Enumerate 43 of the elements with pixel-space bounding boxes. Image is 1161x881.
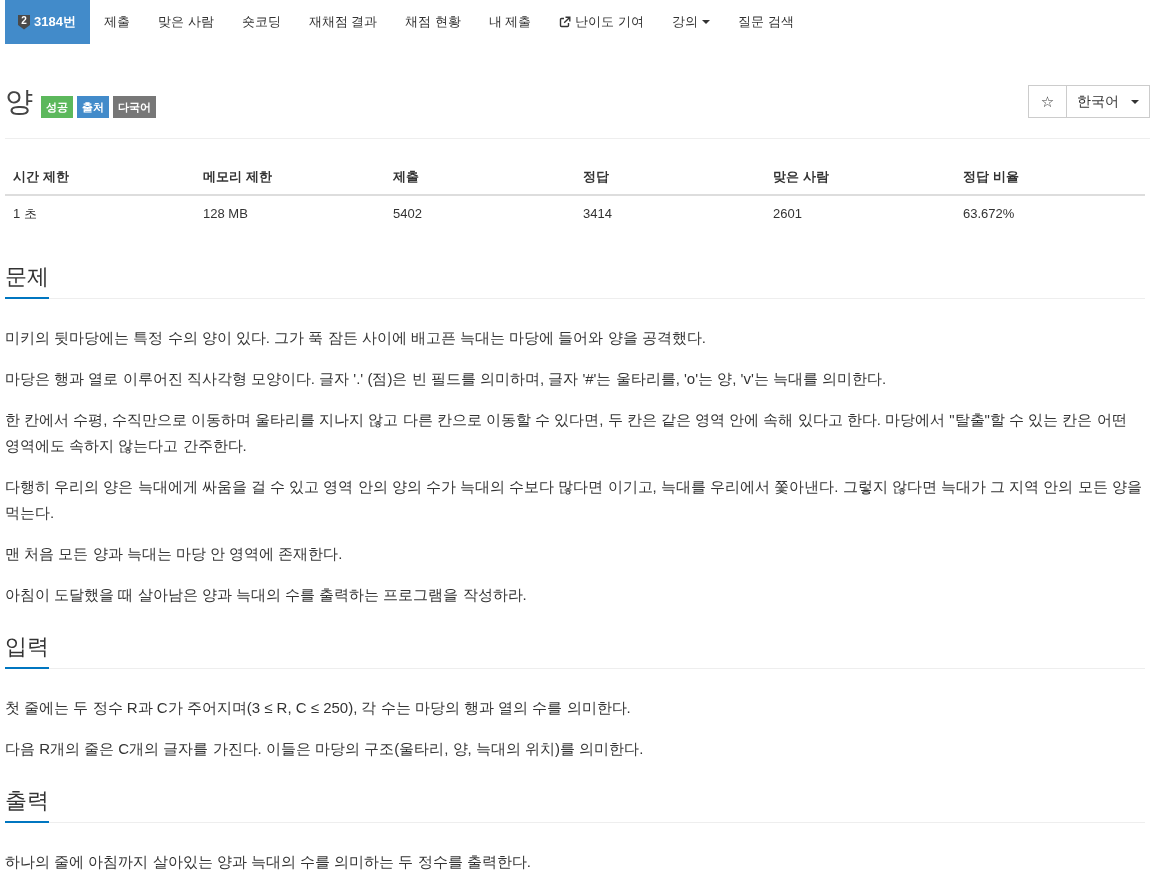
- caret-icon: [702, 20, 711, 24]
- paragraph: 다음 R개의 줄은 C개의 글자를 가진다. 이들은 마당의 구조(울타리, 양, 늑대의 위치)를 의미한다.: [5, 739, 645, 759]
- table-cell: 5402: [385, 195, 575, 232]
- table-cell: 63.672%: [955, 195, 1145, 232]
- column-header: 정답: [575, 159, 765, 195]
- problem-title: 양: [5, 85, 33, 118]
- nav-tab[interactable]: 2 3184번: [5, 0, 90, 44]
- paragraph: 첫 줄에는 두 정수 R과 C가 주어지며(3 ≤ R, C ≤ 250), 각 수는 마당의 행과 열의 수를 의미한다.: [5, 698, 632, 718]
- nav-tab[interactable]: 강의: [658, 0, 725, 44]
- column-header: 제출: [385, 159, 575, 195]
- paragraph: 하나의 줄에 아침까지 살아있는 양과 늑대의 수를 의미하는 두 정수를 출력한다.: [5, 852, 532, 872]
- column-header: 메모리 제한: [195, 159, 385, 195]
- caret-icon: [1131, 99, 1139, 104]
- status-label[interactable]: 출처: [77, 95, 109, 118]
- table-cell: 3414: [575, 195, 765, 232]
- nav-tab[interactable]: 내 제출: [474, 0, 546, 44]
- table-cell: 2601: [765, 195, 955, 232]
- star-button[interactable]: ☆: [1028, 85, 1067, 118]
- table-cell: 1 초: [5, 195, 195, 232]
- section-heading: 문제: [5, 262, 49, 299]
- paragraph: 미키의 뒷마당에는 특정 수의 양이 있다. 그가 푹 잠든 사이에 배고픈 늑대는 마당에 들어와 양을 공격했다.: [5, 328, 707, 348]
- column-header: 시간 제한: [5, 159, 195, 195]
- paragraph: 마당은 행과 열로 이루어진 직사각형 모양이다. 글자 '.' (점)은 빈 필드를 의미하며, 글자 '#'는 울타리를, 'o'는 양, 'v'는 늑대를 의미한다.: [5, 369, 888, 389]
- section-heading: 출력: [5, 786, 49, 823]
- status-label[interactable]: 다국어: [113, 95, 156, 118]
- column-header: 맞은 사람: [765, 159, 955, 195]
- section-heading: 입력: [5, 632, 49, 669]
- nav-tab[interactable]: 제출: [89, 0, 144, 44]
- external-link-icon: [559, 16, 572, 28]
- nav-tab[interactable]: 채점 현황: [391, 0, 475, 44]
- paragraph: 다행히 우리의 양은 늑대에게 싸움을 걸 수 있고 영역 안의 양의 수가 늑대의 수보다 많다면 이기고, 늑대를 우리에서 쫓아낸다. 그렇지 않다면 늑대가 그 지역 안의 모든 양을 먹는다.: [5, 477, 1143, 523]
- table-cell: 128 MB: [195, 195, 385, 232]
- nav-tab[interactable]: 맞은 사람: [143, 0, 228, 44]
- nav-tab[interactable]: 난이도 기여: [545, 0, 659, 44]
- paragraph: 한 칸에서 수평, 수직만으로 이동하며 울타리를 지나지 않고 다른 칸으로 이동할 수 있다면, 두 칸은 같은 영역 안에 속해 있다고 한다. 마당에서 "탈출"할 수 있는 칸은 어떤 영역에도 속하지 않는다고 간주한다.: [5, 410, 1128, 456]
- tier-badge: 2: [18, 14, 30, 30]
- paragraph: 아침이 도달했을 때 살아남은 양과 늑대의 수를 출력하는 프로그램을 작성하라.: [5, 585, 528, 605]
- nav-tab[interactable]: 재채점 결과: [294, 0, 392, 44]
- column-header: 정답 비율: [955, 159, 1145, 195]
- language-dropdown[interactable]: 한국어: [1067, 85, 1150, 118]
- nav-tab[interactable]: 질문 검색: [724, 0, 808, 44]
- paragraph: 맨 처음 모든 양과 늑대는 마당 안 영역에 존재한다.: [5, 544, 344, 564]
- nav-tab[interactable]: 숏코딩: [227, 0, 295, 44]
